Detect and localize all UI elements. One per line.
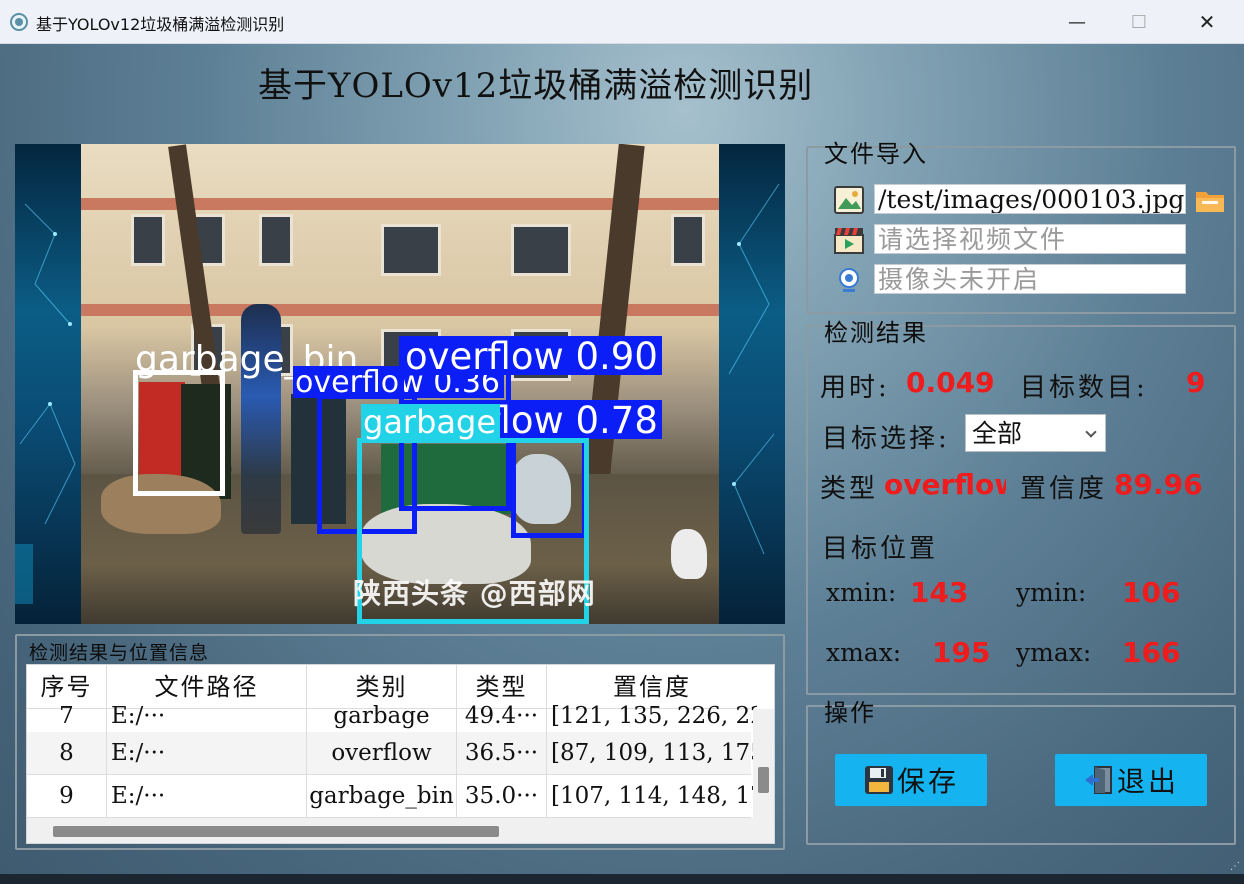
window-bottom-border bbox=[0, 874, 1244, 884]
building-window bbox=[381, 224, 441, 276]
time-value: 0.049 bbox=[906, 366, 995, 399]
target-select-label: 目标选择: bbox=[822, 424, 950, 454]
detection-box-garbage-bin bbox=[133, 370, 225, 496]
row-category: garbage bbox=[307, 695, 457, 737]
target-select-dropdown[interactable]: 全部 bbox=[965, 414, 1106, 452]
row-index: 9 bbox=[27, 775, 107, 817]
table-vertical-scrollbar[interactable] bbox=[753, 709, 774, 843]
camera-row: 摄像头未开启 bbox=[834, 264, 1234, 296]
ymax-label: ymax: bbox=[1016, 638, 1092, 667]
row-confidence: [87, 109, 113, 175] bbox=[551, 740, 757, 766]
row-type: 36.5··· bbox=[457, 732, 547, 774]
resize-grip-icon[interactable]: ⋰ bbox=[1230, 861, 1240, 872]
xmin-value: 143 bbox=[910, 576, 969, 609]
app-icon bbox=[10, 13, 28, 31]
row-type: 35.0··· bbox=[457, 775, 547, 817]
ymin-label: ymin: bbox=[1016, 578, 1087, 607]
folder-open-icon[interactable] bbox=[1194, 186, 1226, 214]
row-path: E:/··· bbox=[107, 732, 307, 774]
save-button-label: 保存 bbox=[896, 765, 959, 798]
plastic-bottle bbox=[671, 529, 707, 579]
webcam-icon[interactable] bbox=[834, 266, 864, 294]
row-confidence: [121, 135, 226, 220 bbox=[551, 703, 757, 729]
page-title: 基于YOLOv12垃圾桶满溢检测识别 bbox=[258, 66, 814, 106]
target-select-value: 全部 bbox=[972, 419, 1023, 448]
detection-image-view: garbage_bin overflow 0.36 overflow 0.90 … bbox=[15, 144, 785, 624]
row-index: 7 bbox=[27, 695, 107, 737]
target-count-value: 9 bbox=[1186, 366, 1206, 399]
ymax-value: 166 bbox=[1122, 636, 1181, 669]
building-window bbox=[511, 224, 571, 276]
row-index: 8 bbox=[27, 732, 107, 774]
xmax-value: 195 bbox=[932, 636, 991, 669]
close-button[interactable]: ✕ bbox=[1176, 0, 1238, 44]
scene-photo: garbage_bin overflow 0.36 overflow 0.90 … bbox=[81, 144, 719, 624]
window-titlebar: 基于YOLOv12垃圾桶满溢检测识别 — ☐ ✕ bbox=[0, 0, 1244, 44]
detection-label-garbage: garbage bbox=[361, 404, 500, 438]
building-window bbox=[671, 214, 705, 266]
image-path-input[interactable]: /test/images/000103.jpg bbox=[874, 184, 1186, 214]
decorative-tech-background-left bbox=[15, 144, 81, 624]
circuit-lines-decoration bbox=[728, 183, 780, 555]
exit-button-label: 退出 bbox=[1116, 765, 1179, 798]
file-import-title: 文件导入 bbox=[824, 140, 928, 168]
type-value: overflow bbox=[884, 468, 1006, 501]
row-category: garbage_bin bbox=[307, 775, 457, 817]
exit-button[interactable]: 退出 bbox=[1055, 754, 1207, 806]
target-count-label: 目标数目: bbox=[1020, 373, 1148, 403]
detection-label-overflow-main: overflow 0.90 bbox=[403, 336, 662, 375]
circuit-lines-decoration bbox=[15, 203, 76, 604]
results-table[interactable]: 序号 文件路径 类别 类型 置信度 7 E:/··· garbage 49.4·… bbox=[26, 664, 775, 844]
type-label: 类型 bbox=[820, 474, 879, 504]
confidence-value: 89.96 bbox=[1114, 468, 1203, 501]
window-title: 基于YOLOv12垃圾桶满溢检测识别 bbox=[36, 15, 285, 34]
minimize-button[interactable]: — bbox=[1046, 0, 1108, 44]
detection-result-title: 检测结果 bbox=[824, 319, 928, 347]
chevron-down-icon bbox=[1085, 426, 1097, 438]
photo-watermark: 陕西头条 @西部网 bbox=[353, 577, 596, 610]
target-position-label: 目标位置 bbox=[822, 534, 939, 564]
table-row[interactable]: 8 E:/··· overflow 36.5··· [87, 109, 113,… bbox=[27, 732, 757, 775]
time-label: 用时: bbox=[820, 373, 890, 403]
save-button[interactable]: 保存 bbox=[835, 754, 987, 806]
row-category: overflow bbox=[307, 732, 457, 774]
building-window bbox=[259, 214, 293, 266]
image-file-row: /test/images/000103.jpg bbox=[834, 184, 1234, 216]
vertical-scroll-thumb[interactable] bbox=[758, 767, 769, 793]
video-clapper-icon[interactable] bbox=[834, 226, 864, 254]
exit-door-icon bbox=[1084, 766, 1112, 794]
image-file-icon[interactable] bbox=[834, 186, 864, 214]
video-file-row: 请选择视频文件 bbox=[834, 224, 1234, 256]
confidence-label: 置信度 bbox=[1020, 474, 1108, 504]
ymin-value: 106 bbox=[1122, 576, 1181, 609]
horizontal-scroll-thumb[interactable] bbox=[53, 826, 499, 837]
table-horizontal-scrollbar[interactable] bbox=[27, 818, 753, 843]
results-table-title: 检测结果与位置信息 bbox=[29, 642, 210, 664]
camera-status-input[interactable]: 摄像头未开启 bbox=[874, 264, 1186, 294]
maximize-button[interactable]: ☐ bbox=[1108, 0, 1170, 44]
video-path-input[interactable]: 请选择视频文件 bbox=[874, 224, 1186, 254]
floppy-disk-icon bbox=[864, 766, 893, 794]
operations-title: 操作 bbox=[824, 699, 876, 727]
decorative-tech-background-right bbox=[719, 144, 785, 624]
building-window bbox=[131, 214, 165, 266]
xmin-label: xmin: bbox=[826, 578, 897, 607]
row-path: E:/··· bbox=[107, 775, 307, 817]
row-type: 49.4··· bbox=[457, 695, 547, 737]
row-path: E:/··· bbox=[107, 695, 307, 737]
xmax-label: xmax: bbox=[826, 638, 902, 667]
table-row[interactable]: 9 E:/··· garbage_bin 35.0··· [107, 114, … bbox=[27, 775, 757, 818]
row-confidence: [107, 114, 148, 179 bbox=[551, 783, 757, 809]
